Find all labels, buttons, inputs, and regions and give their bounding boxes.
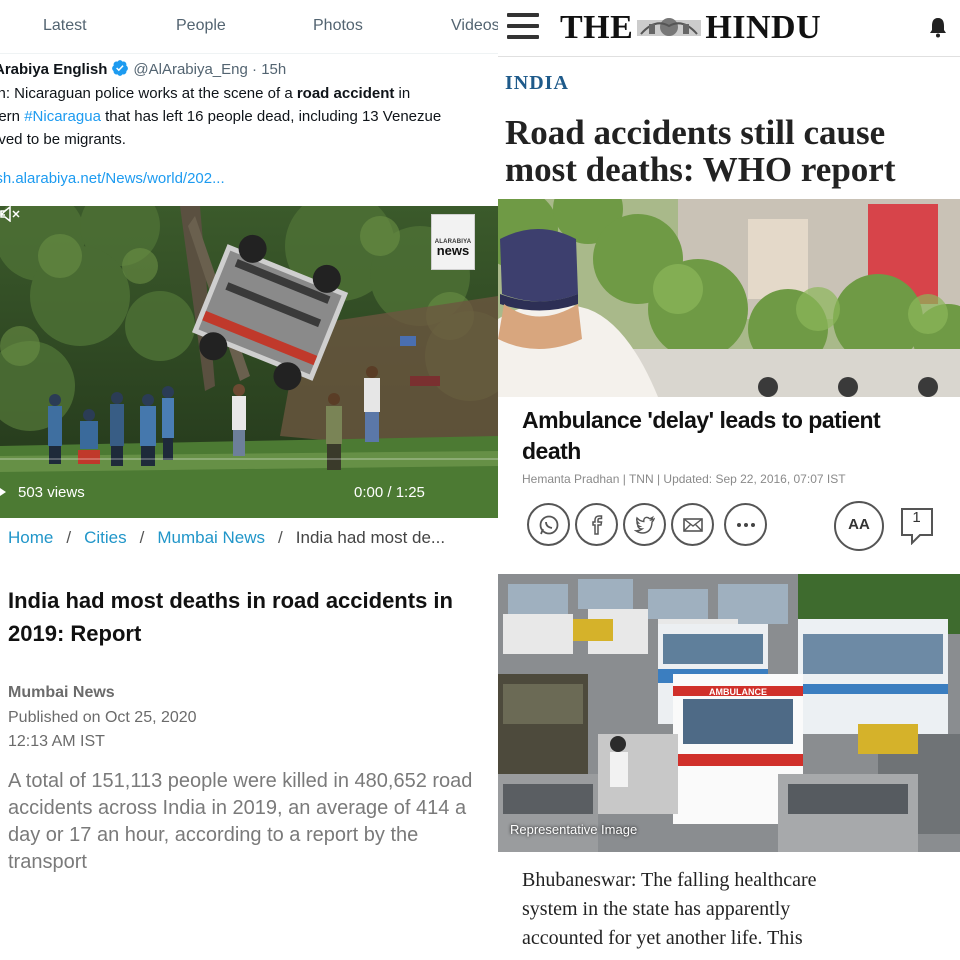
more-icon xyxy=(737,523,755,527)
font-size-label: AA xyxy=(848,516,870,533)
play-icon[interactable] xyxy=(0,488,6,496)
verified-badge-icon xyxy=(112,60,129,76)
linked-article-title[interactable]: Ambulance 'delay' leads to patient death xyxy=(522,405,942,467)
hindu-header: THE HINDU xyxy=(498,0,960,57)
tweet-separator: · xyxy=(252,61,258,78)
logo-text: news xyxy=(436,243,470,258)
twitter-share-button[interactable] xyxy=(623,503,666,546)
tweet-handle[interactable]: @AlArabiya_Eng xyxy=(133,61,247,78)
bell-icon[interactable] xyxy=(928,16,948,38)
article-body-line: system in the state has apparently xyxy=(522,898,791,920)
article-title: Road accidents still cause most deaths: … xyxy=(505,113,896,189)
article-published-date: Published on Oct 25, 2020 xyxy=(8,709,197,726)
video-progress-bar[interactable] xyxy=(0,458,498,460)
linked-article-card[interactable]: Ambulance 'delay' leads to patient death… xyxy=(498,397,960,562)
article-body-line: accounted for yet another life. This xyxy=(522,927,803,949)
whatsapp-icon xyxy=(539,515,559,535)
hindu-logo[interactable]: THE HINDU xyxy=(560,9,821,47)
tab-latest[interactable]: Latest xyxy=(43,17,87,35)
tweet-text-part: ch: Nicaraguan police works at the scene… xyxy=(0,85,297,102)
article-body: A total of 151,113 people were killed in… xyxy=(8,770,473,873)
breadcrumb-separator: / xyxy=(278,528,283,547)
tweet-text: ch: Nicaraguan police works at the scene… xyxy=(0,82,498,151)
email-icon xyxy=(683,518,703,532)
tweet-text-highlight: road accident xyxy=(296,85,395,102)
breadcrumb-cities[interactable]: Cities xyxy=(84,528,127,547)
email-share-button[interactable] xyxy=(671,503,714,546)
expand-icon[interactable] xyxy=(0,206,9,216)
facebook-icon xyxy=(592,515,603,535)
video-duration: 0:00 / 1:25 xyxy=(354,484,425,501)
font-size-button[interactable]: AA xyxy=(834,501,884,551)
menu-icon[interactable] xyxy=(507,13,539,41)
article-category[interactable]: Mumbai News xyxy=(8,684,115,702)
tweet-author-name[interactable]: Arabiya English xyxy=(0,61,107,78)
views-count: 503 views xyxy=(18,484,85,501)
tab-people[interactable]: People xyxy=(176,17,226,35)
article-body-line: Bhubaneswar: The falling healthcare xyxy=(522,869,817,891)
video-views: 503 views xyxy=(0,484,85,501)
more-share-button[interactable] xyxy=(724,503,767,546)
tab-photos[interactable]: Photos xyxy=(313,17,363,35)
the-hindu-article: THE HINDU INDIA Road accidents still cau… xyxy=(498,0,960,960)
breadcrumb-mumbai-news[interactable]: Mumbai News xyxy=(157,528,265,547)
man-photo-image xyxy=(498,199,960,397)
tweet-link[interactable]: ish.alarabiya.net/News/world/202... xyxy=(0,170,225,187)
article-photo-traffic: AMBULANCE Representative Image xyxy=(498,574,960,852)
breadcrumb: Home / Cities / Mumbai News / India had most d… xyxy=(8,528,445,548)
breadcrumb-home[interactable]: Home xyxy=(8,528,53,547)
breadcrumb-separator: / xyxy=(139,528,145,547)
whatsapp-share-button[interactable] xyxy=(527,503,570,546)
tweet-text-part: that has left 16 people dead, including … xyxy=(100,108,442,125)
tweet-text-part: eved to be migrants. xyxy=(0,131,126,148)
comment-count[interactable]: 1 xyxy=(900,509,933,526)
logo-text: THE xyxy=(560,9,634,46)
article-title: India had most deaths in road accidents … xyxy=(8,588,453,646)
ambulance-label: AMBULANCE xyxy=(709,687,767,697)
facebook-share-button[interactable] xyxy=(575,503,618,546)
tweet-text-part: hern xyxy=(0,108,21,125)
section-label[interactable]: INDIA xyxy=(505,72,569,95)
tweet-time[interactable]: 15h xyxy=(261,61,286,78)
tweet-text-part: in xyxy=(394,85,411,102)
twitter-tabs: Latest People Photos Videos xyxy=(0,0,498,54)
breadcrumb-current: India had most de... xyxy=(295,528,446,547)
article-body: Bhubaneswar: The falling healthcare syst… xyxy=(522,866,952,953)
article-photo-man xyxy=(498,199,960,397)
hashtag-link[interactable]: #Nicaragua xyxy=(24,108,101,125)
accident-scene-image xyxy=(0,206,498,518)
mumbai-news-article: Home / Cities / Mumbai News / India had most d… xyxy=(0,518,498,960)
hindu-emblem-icon xyxy=(637,18,702,36)
logo-text: HINDU xyxy=(705,9,822,46)
alarabiya-news-logo: ALARABIYA news xyxy=(431,214,475,270)
tweet-video[interactable]: ALARABIYA news 503 views 0:00 / 1:25 xyxy=(0,206,498,518)
breadcrumb-separator: / xyxy=(66,528,72,547)
twitter-icon xyxy=(634,515,656,534)
photo-caption: Representative Image xyxy=(510,822,638,837)
tab-videos[interactable]: Videos xyxy=(451,17,498,35)
article-byline: Hemanta Pradhan | TNN | Updated: Sep 22,… xyxy=(522,472,846,486)
article-published-time: 12:13 AM IST xyxy=(8,733,105,750)
twitter-search-panel: Latest People Photos Videos Arabiya Engl… xyxy=(0,0,498,518)
tweet-header: Arabiya English @AlArabiya_Eng · 15h xyxy=(0,59,286,78)
traffic-photo-image: AMBULANCE xyxy=(498,574,960,852)
